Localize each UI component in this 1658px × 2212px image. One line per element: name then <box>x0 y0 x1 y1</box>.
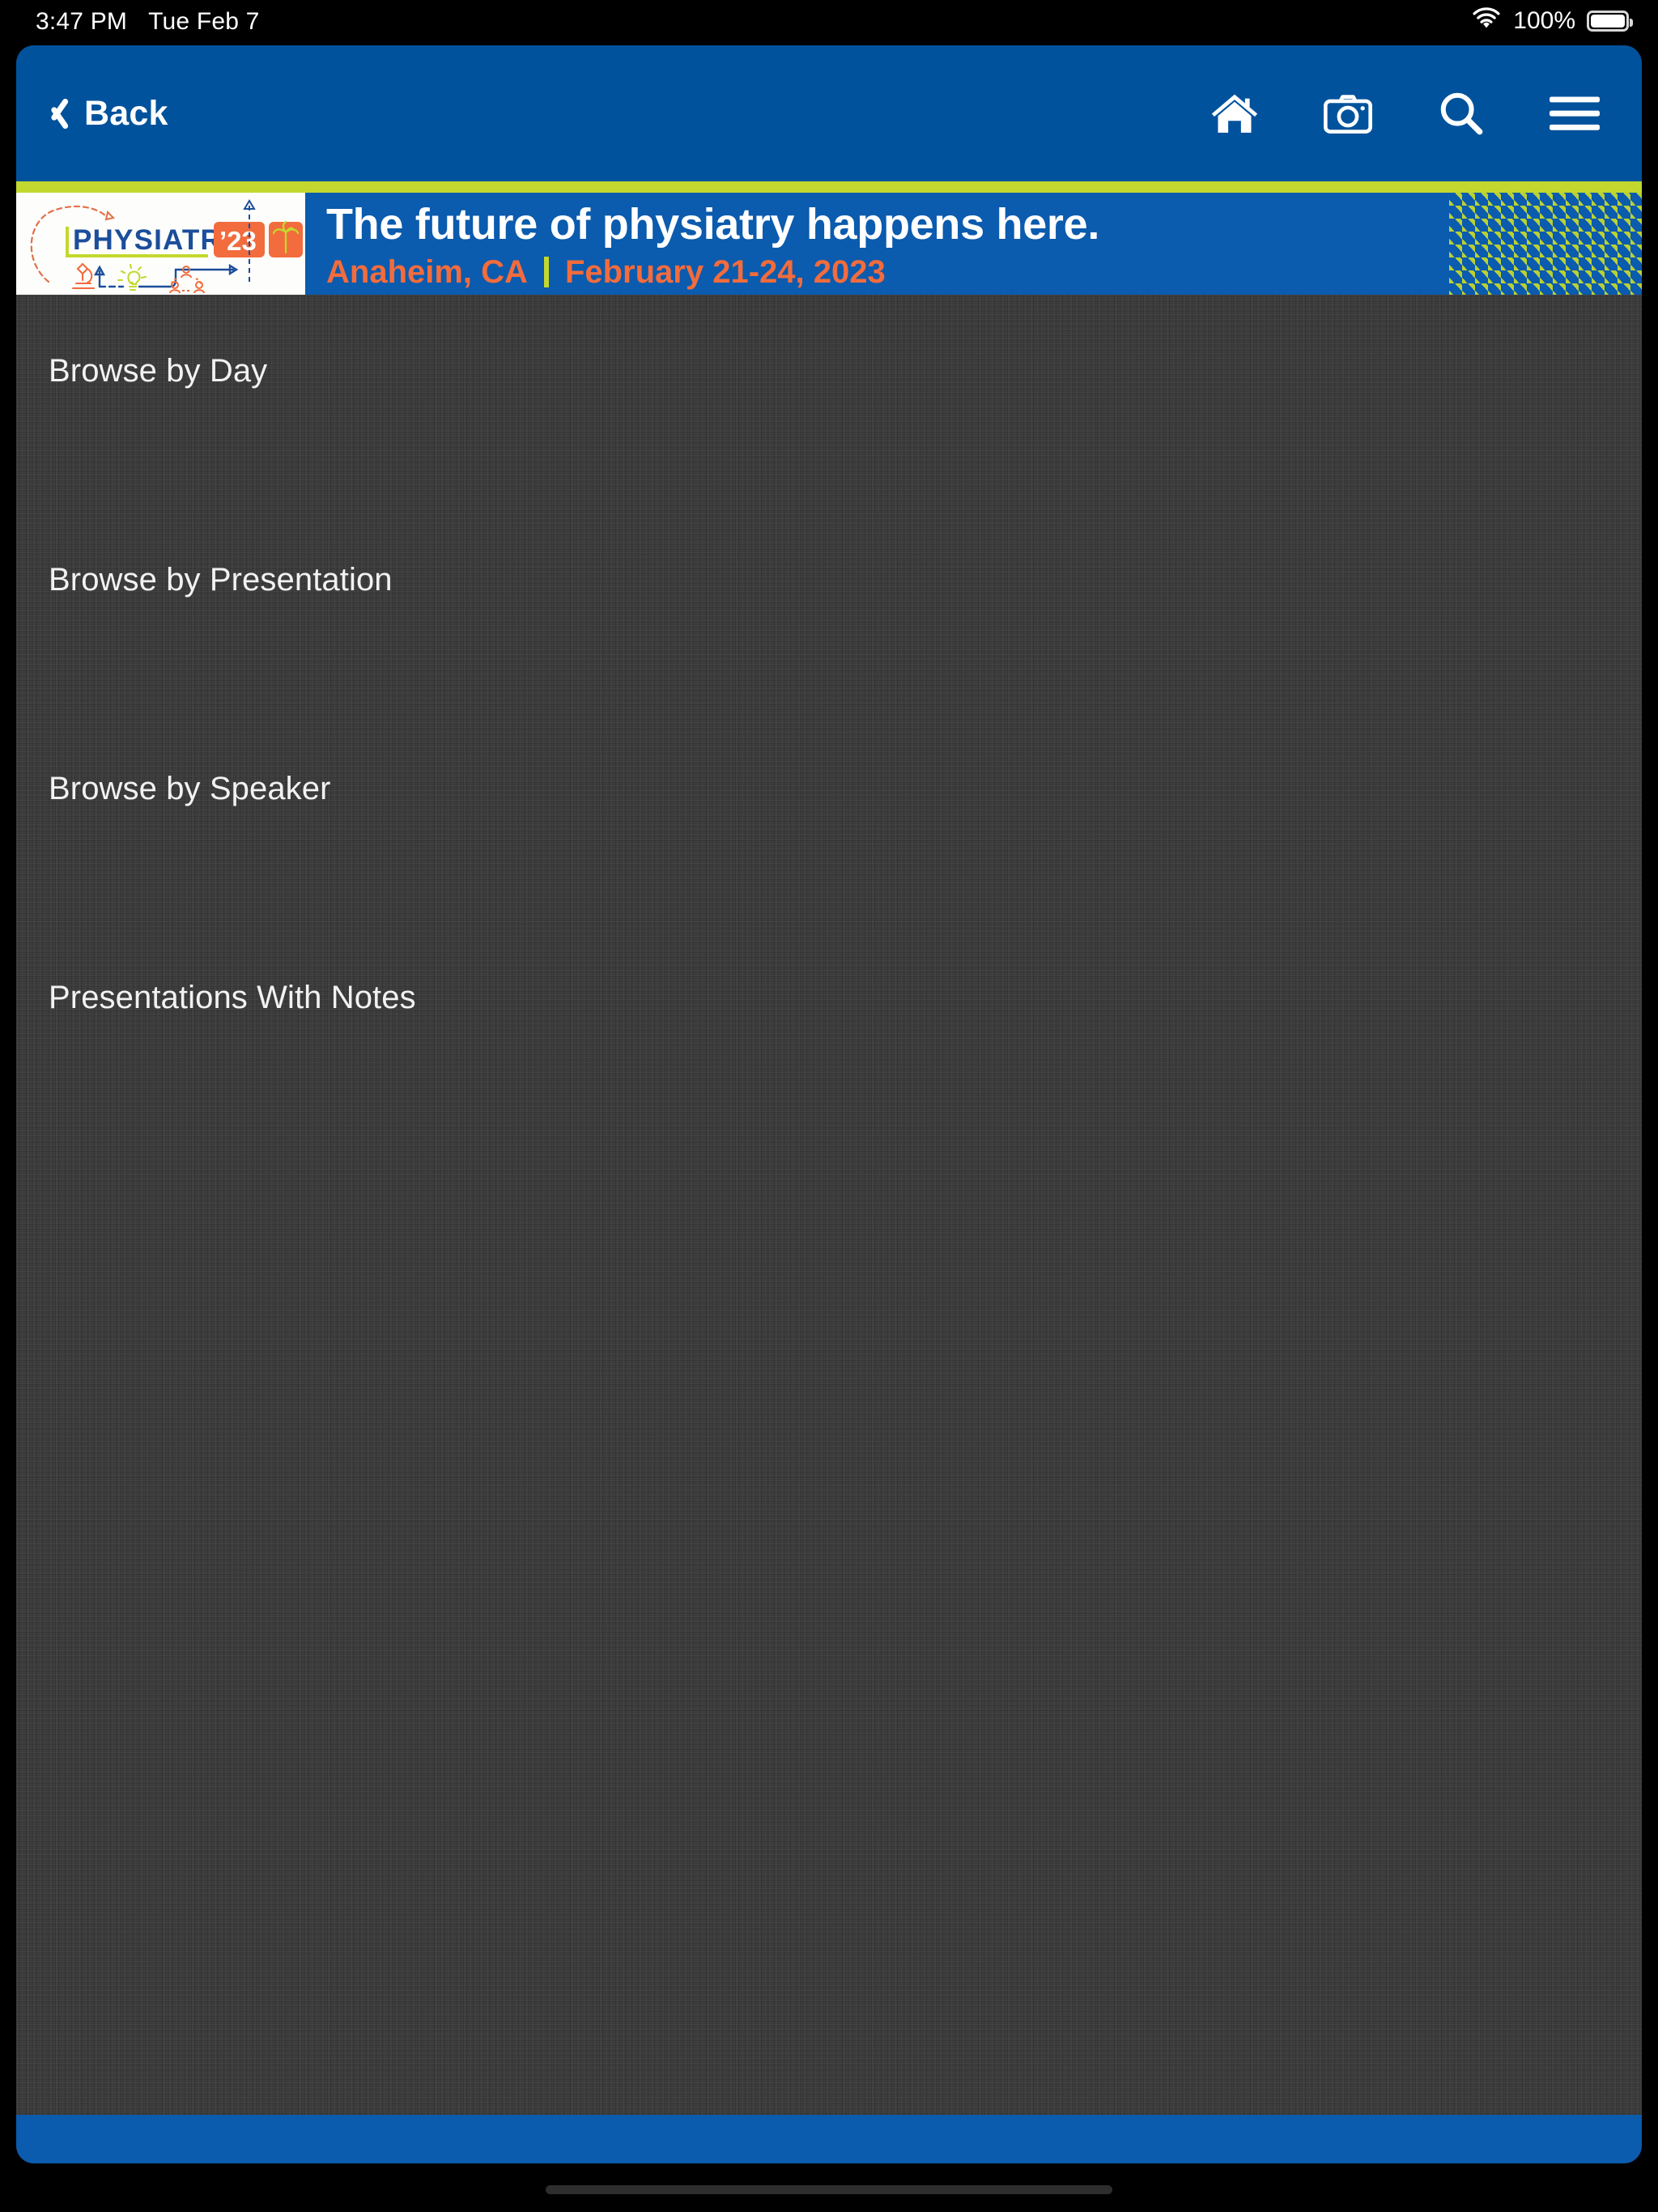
screen-root: 3:47 PM Tue Feb 7 100% Back PHYSIATRY ’2… <box>0 0 1658 2212</box>
wifi-icon <box>1471 6 1502 35</box>
chevron-left-icon <box>45 92 70 134</box>
back-button-label: Back <box>84 93 168 133</box>
banner-copy: The future of physiatry happens here. An… <box>326 199 1099 291</box>
accent-rule <box>16 181 1642 193</box>
conference-banner: PHYSIATRY ’23 The future of physiatry ha… <box>16 193 1642 295</box>
banner-dates: February 21-24, 2023 <box>564 253 886 290</box>
menu-item-browse-by-presentation[interactable]: Browse by Presentation <box>16 536 1642 745</box>
navigation-bar: Back <box>16 45 1642 181</box>
menu-item-browse-by-day[interactable]: Browse by Day <box>16 327 1642 536</box>
status-bar: 3:47 PM Tue Feb 7 100% <box>0 0 1658 42</box>
battery-full-icon <box>1587 10 1633 32</box>
camera-icon[interactable] <box>1323 88 1373 138</box>
banner-text-area: The future of physiatry happens here. An… <box>305 193 1642 295</box>
status-bar-date: Tue Feb 7 <box>148 8 260 35</box>
browse-menu-list: Browse by Day Browse by Presentation Bro… <box>16 295 1642 1163</box>
banner-city: Anaheim, CA <box>326 253 528 290</box>
year-badge-label: ’23 <box>219 226 257 256</box>
banner-hatch-pattern <box>1449 193 1642 295</box>
banner-separator <box>543 257 549 288</box>
menu-item-label: Presentations With Notes <box>49 980 416 1015</box>
status-bar-left: 3:47 PM Tue Feb 7 <box>36 8 260 36</box>
battery-percent-label: 100% <box>1513 6 1575 34</box>
menu-item-label: Browse by Day <box>49 353 268 389</box>
bottom-toolbar <box>16 2115 1642 2163</box>
menu-item-label: Browse by Speaker <box>49 771 331 806</box>
menu-item-browse-by-speaker[interactable]: Browse by Speaker <box>16 745 1642 954</box>
home-indicator[interactable] <box>546 2185 1112 2194</box>
nav-icon-group <box>1209 88 1613 138</box>
menu-item-label: Browse by Presentation <box>49 562 393 598</box>
microscope-icon <box>71 262 96 290</box>
app-window: Back PHYSIATRY ’23 The future of physiat… <box>16 45 1642 2163</box>
search-icon[interactable] <box>1436 88 1486 138</box>
status-bar-right: 100% <box>1471 6 1633 35</box>
banner-subline: Anaheim, CA February 21-24, 2023 <box>326 254 1099 291</box>
back-button[interactable]: Back <box>34 86 180 141</box>
status-bar-time: 3:47 PM <box>36 8 128 35</box>
banner-headline: The future of physiatry happens here. <box>326 200 1100 249</box>
menu-item-presentations-with-notes[interactable]: Presentations With Notes <box>16 954 1642 1163</box>
home-icon[interactable] <box>1209 88 1260 138</box>
content-area: Browse by Day Browse by Presentation Bro… <box>16 295 1642 2115</box>
hamburger-menu-icon[interactable] <box>1550 88 1600 138</box>
physiatry-logo: PHYSIATRY ’23 <box>16 193 305 295</box>
